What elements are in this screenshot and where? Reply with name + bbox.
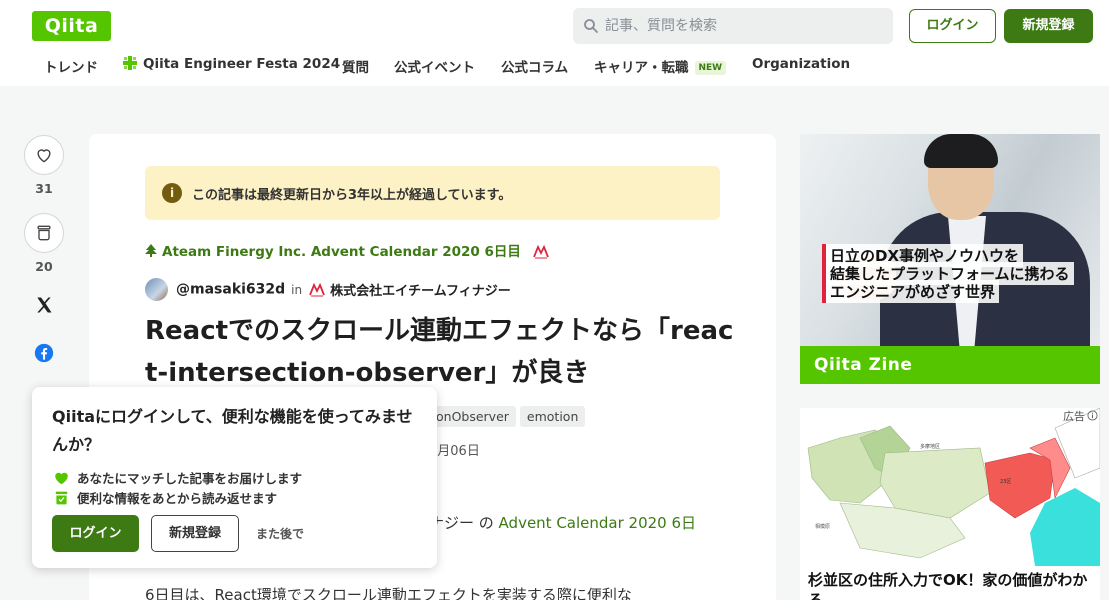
nav-item-career[interactable]: キャリア・転職 NEW [594, 56, 727, 76]
article-title: Reactでのスクロール連動エフェクトなら「react-intersection… [145, 316, 734, 388]
search-icon [584, 19, 598, 33]
stock-button[interactable] [24, 213, 64, 253]
signup-button[interactable]: 新規登録 [1004, 9, 1093, 43]
avatar[interactable] [145, 278, 168, 301]
qiita-zine-brand: Qiita Zine [800, 346, 1100, 384]
site-header: Qiita ログイン 新規登録 トレンド Qiita Engineer Fest… [0, 0, 1109, 86]
svg-text:23区: 23区 [1000, 479, 1011, 485]
share-x-button[interactable] [34, 295, 66, 319]
popup-title: Qiitaにログインして、便利な機能を使ってみませんか？ [52, 407, 413, 454]
stock-count: 20 [35, 259, 53, 274]
advent-calendar-body-link[interactable]: Advent Calendar 2020 6日 [499, 514, 696, 532]
body-prefix: ナジー の [429, 514, 499, 532]
info-icon: i [162, 183, 182, 203]
x-logo-icon [37, 297, 52, 313]
advent-calendar-label: Ateam Finergy Inc. Advent Calendar 2020 … [162, 244, 521, 260]
festa-icon [123, 56, 137, 70]
author-line: @masaki632d in 株式会社エイチームフィナジー [145, 278, 511, 302]
nav-item-trend[interactable]: トレンド [44, 56, 98, 76]
info-icon[interactable] [1087, 410, 1098, 421]
tag[interactable]: onObserver [429, 406, 516, 427]
heart-icon [37, 149, 51, 163]
nav-item-columns[interactable]: 公式コラム [501, 56, 568, 76]
ad-caption: 杉並区の住所入力でOK！家の価値がわかる [808, 571, 1088, 600]
outdated-notice: i この記事は最終更新日から3年以上が経過しています。 [145, 166, 720, 220]
author-name[interactable]: @masaki632d [176, 282, 285, 298]
nav-item-organization[interactable]: Organization [752, 56, 850, 72]
stock-icon [37, 225, 51, 241]
org-logo-icon [309, 282, 325, 296]
search-box[interactable] [573, 8, 893, 44]
qiita-zine-banner[interactable]: 日立のDX事例やノウハウを 結集したプラットフォームに携わる エンジニアがめざす… [800, 134, 1100, 384]
banner-caption-line: エンジニアがめざす世界 [822, 280, 1000, 303]
tag[interactable]: emotion [519, 406, 586, 427]
popup-feature-text: あなたにマッチした記事をお届けします [77, 471, 303, 486]
organization-name[interactable]: 株式会社エイチームフィナジー [330, 284, 511, 299]
tag-list: onObserver emotion [429, 406, 589, 427]
tree-icon [145, 244, 157, 257]
nav-item-questions[interactable]: 質問 [342, 56, 369, 76]
ad-label: 広告 [1063, 408, 1098, 424]
qiita-logo[interactable]: Qiita [32, 11, 111, 41]
tokyo-map-image: 多摩地区 23区 相模原 [800, 408, 1100, 566]
article-body-text: 6日目は、React環境でスクロール連動エフェクトを実装する際に便利な [145, 586, 632, 600]
nav-item-festa[interactable]: Qiita Engineer Festa 2024 [123, 56, 340, 72]
stock-filled-icon [55, 491, 68, 505]
svg-text:相模原: 相模原 [815, 523, 830, 530]
new-badge: NEW [694, 61, 727, 75]
outdated-notice-text: この記事は最終更新日から3年以上が経過しています。 [192, 188, 512, 203]
heart-filled-icon [55, 472, 68, 485]
like-count: 31 [35, 181, 53, 196]
popup-signup-button[interactable]: 新規登録 [151, 515, 239, 552]
advent-calendar-link[interactable]: Ateam Finergy Inc. Advent Calendar 2020 … [145, 240, 554, 260]
ateam-logo-icon [532, 245, 549, 259]
login-button[interactable]: ログイン [909, 9, 996, 43]
article-side-actions: 31 20 [22, 135, 66, 367]
nav-item-festa-label: Qiita Engineer Festa 2024 [143, 56, 341, 72]
search-input[interactable] [605, 8, 885, 44]
article-body-intro: ナジー の Advent Calendar 2020 6日 [429, 512, 696, 533]
in-label: in [291, 282, 303, 297]
ad-label-text: 広告 [1063, 410, 1085, 423]
popup-later-button[interactable]: また後で [256, 525, 304, 542]
real-estate-ad[interactable]: 多摩地区 23区 相模原 広告 杉並区の住所入力でOK！家の価値がわかる [800, 408, 1100, 600]
login-prompt-popup: Qiitaにログインして、便利な機能を使ってみませんか？ あなたにマッチした記事… [32, 387, 437, 568]
popup-feature-item: 便利な情報をあとから読み返せます [54, 488, 277, 507]
popup-feature-text: 便利な情報をあとから読み返せます [77, 491, 278, 506]
banner-person-hair [924, 134, 998, 168]
popup-feature-item: あなたにマッチした記事をお届けします [54, 468, 302, 487]
svg-text:多摩地区: 多摩地区 [920, 443, 940, 450]
nav-item-career-label: キャリア・転職 [594, 60, 689, 76]
like-button[interactable] [24, 135, 64, 175]
facebook-icon [34, 343, 54, 363]
global-nav: トレンド Qiita Engineer Festa 2024 質問 公式イベント… [0, 52, 1109, 80]
popup-login-button[interactable]: ログイン [52, 515, 139, 552]
nav-item-events[interactable]: 公式イベント [394, 56, 475, 76]
share-facebook-button[interactable] [34, 343, 66, 367]
